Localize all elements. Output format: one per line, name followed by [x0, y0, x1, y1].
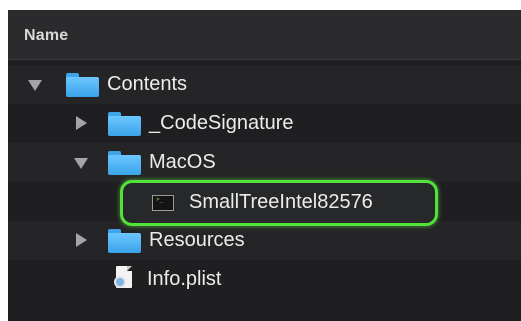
list-row-info-plist[interactable]: Info.plist	[8, 260, 521, 299]
row-label: Contents	[107, 73, 188, 95]
folder-icon	[108, 112, 141, 136]
column-header[interactable]: Name	[8, 10, 521, 60]
disclosure-triangle-right-icon[interactable]	[76, 233, 87, 247]
folder-icon	[108, 229, 141, 253]
terminal-executable-icon: >_	[152, 195, 174, 211]
folder-icon	[66, 73, 99, 97]
disclosure-triangle-down-icon[interactable]	[74, 158, 88, 169]
folder-icon	[108, 151, 141, 175]
row-label: Resources	[149, 229, 245, 251]
disclosure-triangle-right-icon[interactable]	[76, 116, 87, 130]
disclosure-triangle-down-icon[interactable]	[28, 80, 42, 91]
row-label: _CodeSignature	[149, 112, 294, 134]
row-label: SmallTreeIntel82576	[189, 191, 373, 213]
highlighted-item-outline[interactable]: >_ SmallTreeIntel82576	[120, 180, 438, 226]
row-label: MacOS	[149, 151, 216, 173]
plist-file-icon	[114, 266, 134, 292]
row-label: Info.plist	[147, 268, 222, 290]
name-column-header[interactable]: Name	[24, 27, 68, 45]
list-row-codesignature[interactable]: _CodeSignature	[8, 104, 521, 143]
list-row-macos[interactable]: MacOS	[8, 143, 521, 182]
finder-list-view: Name Contents _CodeSignature MacOS >_ Sm…	[8, 10, 521, 321]
list-row-resources[interactable]: Resources	[8, 221, 521, 260]
list-row-contents[interactable]: Contents	[8, 65, 521, 104]
